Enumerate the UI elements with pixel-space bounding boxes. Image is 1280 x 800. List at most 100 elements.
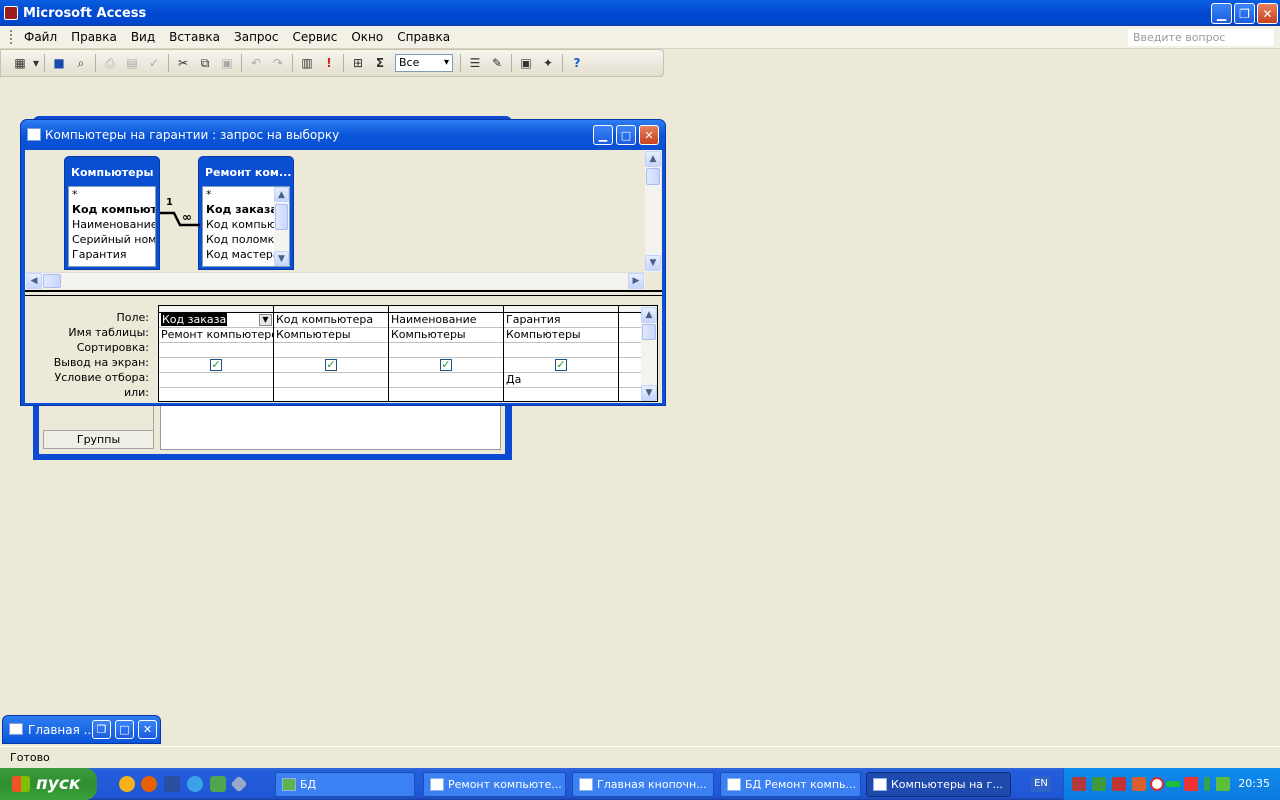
- tray-app-icon[interactable]: [1132, 777, 1146, 791]
- undo-icon[interactable]: ↶: [245, 52, 267, 74]
- field-list[interactable]: * Код компьютера Наименование Серийный н…: [68, 186, 156, 267]
- show-checkbox[interactable]: ✓: [325, 359, 337, 371]
- grid-cell-show[interactable]: ✓: [389, 358, 503, 373]
- menu-tools[interactable]: Сервис: [285, 30, 344, 44]
- paste-icon[interactable]: ▣: [216, 52, 238, 74]
- scroll-up-icon[interactable]: ▲: [274, 187, 289, 202]
- tray-nvidia-icon[interactable]: [1216, 777, 1230, 791]
- table-pane-vscroll[interactable]: ▲ ▼: [645, 150, 661, 272]
- grid-cell-field[interactable]: Код заказа ▼: [159, 313, 273, 328]
- field-item[interactable]: Код компьютера: [203, 217, 274, 232]
- view-dropdown-icon[interactable]: ▾: [31, 52, 41, 74]
- menu-help[interactable]: Справка: [390, 30, 457, 44]
- scroll-left-icon[interactable]: ◀: [26, 273, 42, 289]
- menu-edit[interactable]: Правка: [64, 30, 124, 44]
- table-title[interactable]: Компьютеры: [65, 157, 159, 185]
- groups-button[interactable]: Группы: [43, 430, 154, 449]
- totals-icon[interactable]: Σ: [369, 52, 391, 74]
- grid-cell-or[interactable]: [274, 388, 388, 401]
- background-form-list[interactable]: [160, 400, 501, 450]
- minwin-close-button[interactable]: ✕: [138, 720, 157, 739]
- grid-column[interactable]: Наименование Компьютеры ✓: [389, 306, 504, 401]
- app-restore-button[interactable]: ❐: [1234, 3, 1255, 24]
- grid-cell-table[interactable]: Компьютеры: [389, 328, 503, 343]
- grid-cell-table[interactable]: Ремонт компьютеров: [159, 328, 273, 343]
- new-object-icon[interactable]: ✦: [537, 52, 559, 74]
- field-item[interactable]: *: [203, 187, 274, 202]
- grid-cell-or[interactable]: [389, 388, 503, 401]
- quicklaunch-diamond-icon[interactable]: [230, 775, 248, 793]
- grid-cell-sort[interactable]: [389, 343, 503, 358]
- properties-icon[interactable]: ☰: [464, 52, 486, 74]
- field-item[interactable]: Код заказа: [203, 202, 274, 217]
- save-icon[interactable]: ■: [48, 52, 70, 74]
- copy-icon[interactable]: ⧉: [194, 52, 216, 74]
- grid-cell-show[interactable]: ✓: [159, 358, 273, 373]
- top-values-select[interactable]: Все: [395, 54, 453, 72]
- scroll-up-icon[interactable]: ▲: [645, 151, 661, 167]
- grid-column[interactable]: Гарантия Компьютеры ✓ Да: [504, 306, 619, 401]
- table-pane-hscroll[interactable]: ◀ ▶: [25, 272, 645, 289]
- menu-query[interactable]: Запрос: [227, 30, 285, 44]
- menu-file[interactable]: Файл: [17, 30, 64, 44]
- build-icon[interactable]: ✎: [486, 52, 508, 74]
- run-icon[interactable]: !: [318, 52, 340, 74]
- language-indicator[interactable]: EN: [1031, 776, 1051, 792]
- tray-security-icon[interactable]: [1112, 777, 1126, 791]
- grid-cell-or[interactable]: [619, 388, 643, 401]
- grid-cell-field[interactable]: [619, 313, 643, 328]
- show-checkbox[interactable]: ✓: [555, 359, 567, 371]
- cut-icon[interactable]: ✂: [172, 52, 194, 74]
- redo-icon[interactable]: ↷: [267, 52, 289, 74]
- grid-cell-or[interactable]: [504, 388, 618, 401]
- field-value[interactable]: Код заказа: [161, 313, 228, 326]
- tray-antivirus-icon[interactable]: [1150, 777, 1164, 791]
- table-pane[interactable]: Компьютеры * Код компьютера Наименование…: [25, 150, 662, 290]
- scroll-up-icon[interactable]: ▲: [641, 307, 657, 323]
- field-list-scrollbar[interactable]: ▲ ▼: [274, 187, 289, 266]
- grid-cell-sort[interactable]: [274, 343, 388, 358]
- scroll-thumb[interactable]: [43, 274, 61, 288]
- grid-cell-sort[interactable]: [504, 343, 618, 358]
- grid-cell-field[interactable]: Код компьютера: [274, 313, 388, 328]
- taskbar-item-db[interactable]: БД: [275, 772, 415, 797]
- grid-cell-show[interactable]: [619, 358, 643, 373]
- quicklaunch-app-icon[interactable]: [119, 776, 135, 792]
- tray-alert-icon[interactable]: [1184, 777, 1198, 791]
- scroll-thumb[interactable]: [646, 168, 660, 185]
- field-item[interactable]: Код компьютера: [69, 202, 155, 217]
- show-checkbox[interactable]: ✓: [210, 359, 222, 371]
- table-repairs[interactable]: Ремонт ком... * Код заказа Код компьютер…: [198, 156, 294, 270]
- print-icon[interactable]: ⎙: [99, 52, 121, 74]
- query-type-icon[interactable]: ▥: [296, 52, 318, 74]
- query-minimize-button[interactable]: ▁: [593, 125, 613, 145]
- table-computers[interactable]: Компьютеры * Код компьютера Наименование…: [64, 156, 160, 270]
- quicklaunch-tool-icon[interactable]: [210, 776, 226, 792]
- design-grid-vscroll[interactable]: ▲ ▼: [641, 306, 657, 401]
- scroll-down-icon[interactable]: ▼: [641, 385, 657, 401]
- grid-cell-table[interactable]: Компьютеры: [274, 328, 388, 343]
- grid-cell-criteria[interactable]: Да: [504, 373, 618, 388]
- taskbar-item-query[interactable]: Компьютеры на г...: [866, 772, 1011, 797]
- grid-cell-show[interactable]: ✓: [274, 358, 388, 373]
- search-file-icon[interactable]: ⌕: [70, 52, 92, 74]
- grid-cell-or[interactable]: [159, 388, 273, 401]
- grid-cell-field[interactable]: Гарантия: [504, 313, 618, 328]
- database-window-icon[interactable]: ▣: [515, 52, 537, 74]
- grid-cell-criteria[interactable]: [389, 373, 503, 388]
- spelling-icon[interactable]: ✓: [143, 52, 165, 74]
- grid-cell-sort[interactable]: [159, 343, 273, 358]
- scroll-down-icon[interactable]: ▼: [645, 255, 661, 271]
- grid-cell-criteria[interactable]: [619, 373, 643, 388]
- minwin-restore-button[interactable]: ❐: [92, 720, 111, 739]
- field-item[interactable]: Гарантия: [69, 247, 155, 262]
- clock[interactable]: 20:35: [1238, 777, 1270, 790]
- show-checkbox[interactable]: ✓: [440, 359, 452, 371]
- query-close-button[interactable]: ✕: [639, 125, 659, 145]
- scroll-thumb[interactable]: [642, 324, 656, 340]
- chevron-down-icon[interactable]: ▼: [259, 314, 272, 326]
- menu-window[interactable]: Окно: [344, 30, 390, 44]
- grid-cell-table[interactable]: [619, 328, 643, 343]
- grid-cell-field[interactable]: Наименование: [389, 313, 503, 328]
- grid-cell-show[interactable]: ✓: [504, 358, 618, 373]
